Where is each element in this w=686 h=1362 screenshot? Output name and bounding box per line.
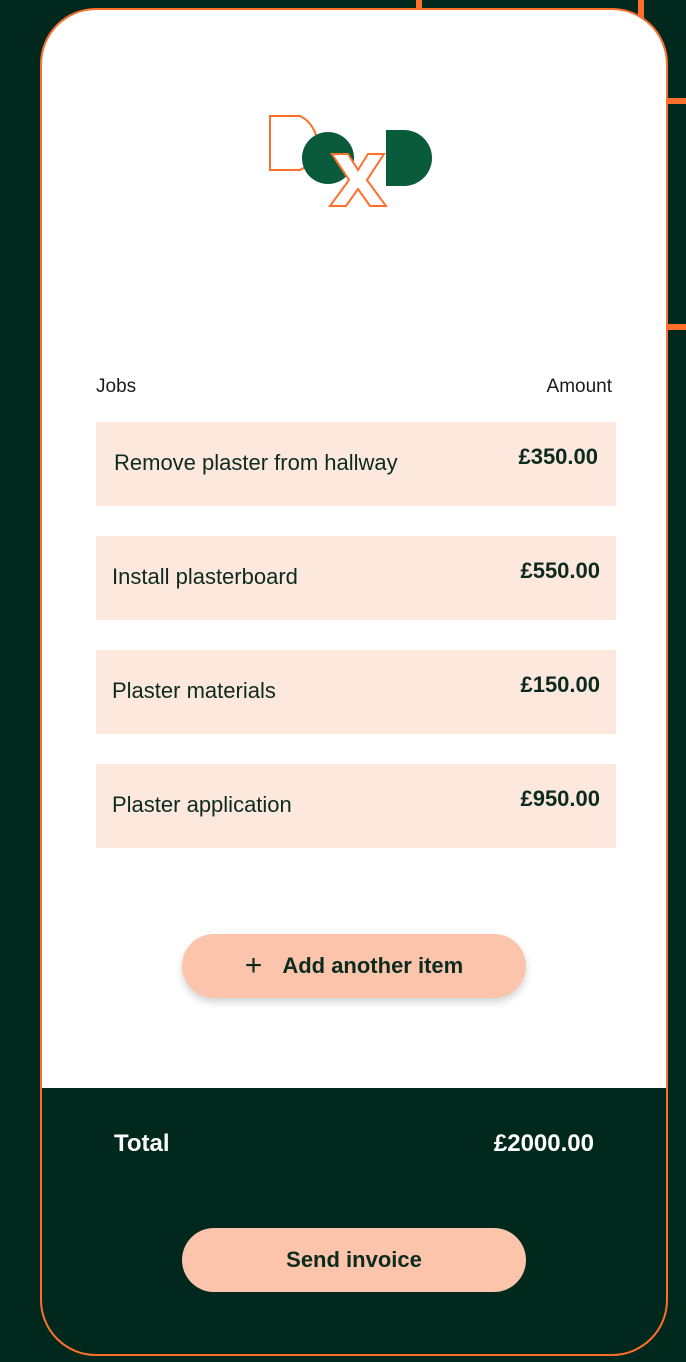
job-amount: £950.00	[520, 786, 600, 811]
job-amount: £150.00	[520, 672, 600, 697]
job-name: Remove plaster from hallway	[114, 450, 398, 475]
phone-frame: Jobs Amount Remove plaster from hallway …	[40, 8, 668, 1356]
job-row[interactable]: Plaster materials £150.00	[96, 650, 616, 734]
amount-column-header: Amount	[546, 376, 612, 397]
job-amount: £350.00	[518, 444, 598, 469]
job-amount: £550.00	[520, 558, 600, 583]
total-value: £2000.00	[493, 1130, 594, 1157]
plus-icon: +	[244, 949, 263, 982]
decorative-line	[666, 324, 686, 330]
dxd-logo	[269, 115, 432, 207]
add-item-button[interactable]: + Add another item	[182, 934, 526, 998]
send-invoice-button[interactable]: Send invoice	[182, 1228, 526, 1292]
job-name: Plaster materials	[112, 678, 276, 703]
job-row[interactable]: Install plasterboard £550.00	[96, 536, 616, 620]
add-item-label: Add another item	[282, 953, 464, 978]
job-name: Install plasterboard	[112, 564, 298, 589]
job-row[interactable]: Remove plaster from hallway £350.00	[96, 422, 616, 506]
job-name: Plaster application	[112, 792, 292, 817]
decorative-line	[666, 98, 686, 104]
total-label: Total	[114, 1130, 170, 1157]
jobs-column-header: Jobs	[96, 376, 137, 397]
job-row[interactable]: Plaster application £950.00	[96, 764, 616, 848]
